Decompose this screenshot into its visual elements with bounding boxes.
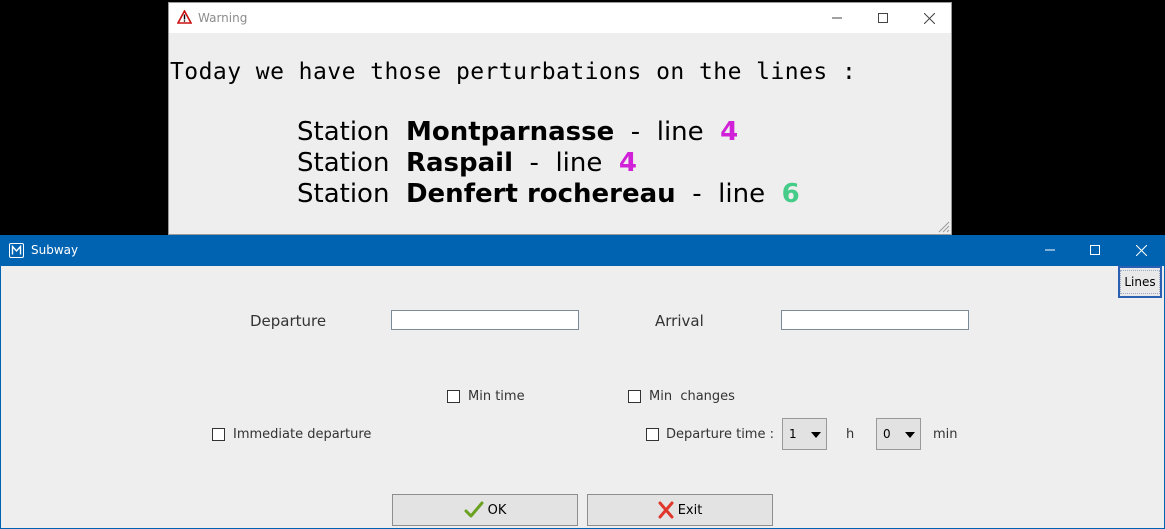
warning-title: Warning	[198, 11, 248, 25]
line-number: 4	[618, 148, 637, 178]
hour-unit: h	[846, 427, 855, 442]
desktop: Warning Today we have those perturbation…	[0, 0, 1165, 529]
chevron-down-icon	[905, 432, 915, 438]
lines-button-label: Lines	[1120, 270, 1160, 294]
red-x-icon	[658, 501, 674, 519]
close-icon	[1135, 244, 1147, 256]
subway-title: Subway	[31, 243, 79, 257]
minute-select[interactable]: 0	[876, 418, 921, 450]
line-word: line	[656, 117, 704, 147]
departure-time-checkbox[interactable]	[646, 428, 659, 441]
min-time-checkbox[interactable]	[447, 390, 460, 403]
maximize-icon	[878, 13, 888, 23]
station-word: Station	[297, 117, 390, 147]
dash: -	[630, 117, 641, 147]
minute-unit: min	[933, 427, 958, 442]
warning-heading: Today we have those perturbations on the…	[170, 59, 857, 85]
min-changes-checkbox[interactable]	[628, 390, 641, 403]
departure-label: Departure	[250, 312, 327, 330]
subway-body: Lines Departure Arrival Min time Min cha…	[1, 266, 1164, 528]
station-word: Station	[297, 179, 390, 209]
close-button[interactable]	[1118, 235, 1164, 265]
departure-time-label: Departure time :	[666, 427, 774, 442]
station-name: Denfert rochereau	[405, 179, 676, 209]
close-icon	[923, 12, 935, 24]
dash: -	[529, 148, 539, 178]
subway-window: Subway Lines Departure Arrival Min time …	[0, 235, 1165, 529]
perturbation-row: Station Denfert rochereau - line 6	[297, 179, 800, 209]
perturbation-row: Station Montparnasse - line 4	[297, 117, 738, 147]
arrival-input[interactable]	[781, 310, 969, 330]
resize-grip-icon[interactable]	[936, 219, 950, 233]
station-name: Montparnasse	[405, 117, 615, 147]
hour-value: 1	[789, 427, 797, 441]
subway-titlebar: Subway	[0, 235, 1165, 266]
minute-value: 0	[883, 427, 891, 441]
minimize-button[interactable]	[1027, 235, 1073, 265]
checkmark-icon	[464, 501, 484, 518]
maximize-button[interactable]	[1072, 235, 1118, 265]
lines-button[interactable]: Lines	[1118, 266, 1162, 298]
dash: -	[692, 179, 702, 209]
ok-label: OK	[487, 502, 507, 518]
exit-button[interactable]: Exit	[587, 494, 773, 526]
exit-label: Exit	[677, 502, 703, 518]
min-time-label: Min time	[468, 389, 525, 404]
warning-body: Today we have those perturbations on the…	[169, 33, 951, 234]
line-number: 4	[720, 117, 739, 147]
minimize-icon	[832, 17, 842, 19]
warning-window: Warning Today we have those perturbation…	[168, 2, 952, 235]
maximize-button[interactable]	[860, 3, 906, 33]
perturbation-row: Station Raspail - line 4	[297, 148, 637, 178]
ok-button[interactable]: OK	[392, 494, 578, 526]
station-word: Station	[297, 148, 390, 178]
line-word: line	[555, 148, 603, 178]
minimize-button[interactable]	[814, 3, 860, 33]
line-word: line	[718, 179, 766, 209]
line-number: 6	[781, 179, 800, 209]
minimize-icon	[1045, 249, 1055, 251]
warning-titlebar: Warning	[169, 3, 951, 33]
immediate-departure-label: Immediate departure	[233, 427, 372, 442]
arrival-label: Arrival	[655, 312, 704, 330]
min-changes-label: Min changes	[649, 389, 735, 404]
immediate-departure-checkbox[interactable]	[212, 428, 225, 441]
station-name: Raspail	[405, 148, 513, 178]
app-icon	[9, 243, 24, 258]
close-button[interactable]	[906, 3, 952, 33]
departure-input[interactable]	[391, 310, 579, 330]
maximize-icon	[1090, 245, 1100, 255]
warning-icon	[177, 10, 192, 24]
chevron-down-icon	[811, 432, 821, 438]
hour-select[interactable]: 1	[782, 418, 827, 450]
